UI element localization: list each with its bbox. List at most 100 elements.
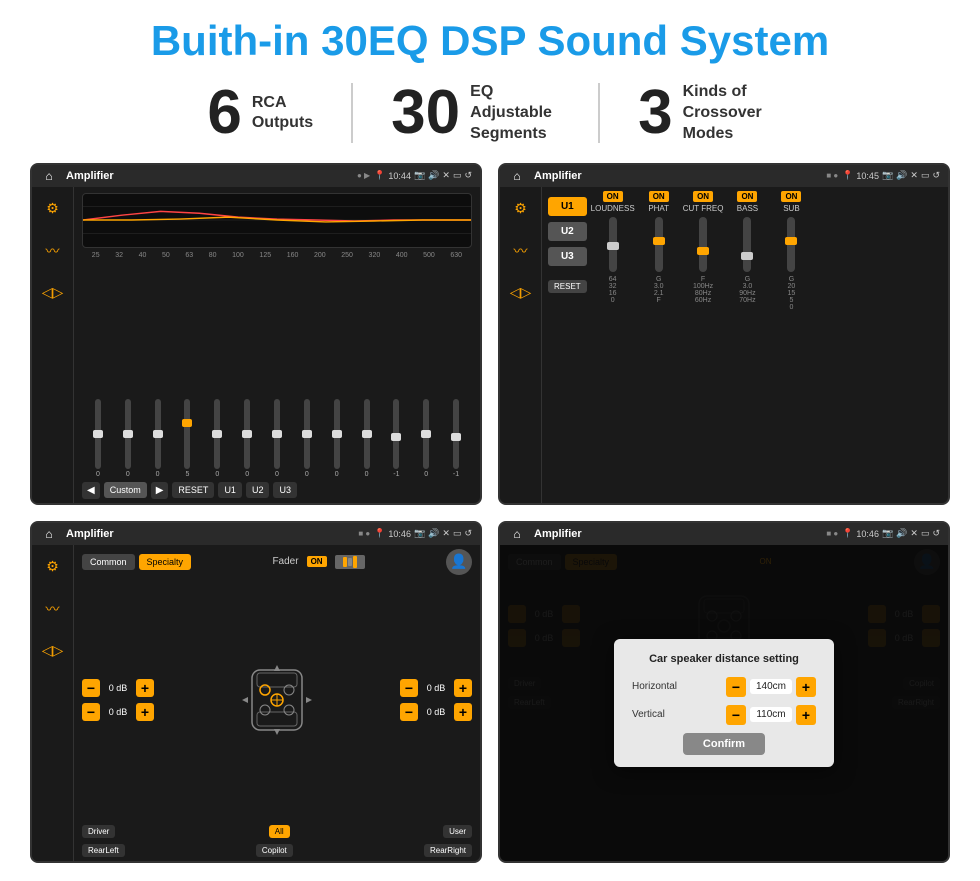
horizontal-stepper: − 140cm + <box>726 677 816 697</box>
bass-on-badge: ON <box>737 191 757 202</box>
fader-sidebar-icon-1[interactable]: ⚙ <box>39 553 67 581</box>
db-minus-3[interactable]: − <box>400 679 418 697</box>
eq-sidebar-icon-2[interactable]: 〰 <box>39 237 67 265</box>
bass-slider[interactable] <box>743 217 751 272</box>
eq-u2-button[interactable]: U2 <box>246 482 270 498</box>
crossover-main-area: U1 U2 U3 RESET ON LOUDNESS <box>542 187 948 503</box>
eq-next-button[interactable]: ▶ <box>151 482 169 499</box>
eq-slider-5[interactable]: 0 <box>203 399 231 478</box>
vertical-minus-button[interactable]: − <box>726 705 746 725</box>
eq-slider-1[interactable]: 0 <box>84 399 112 478</box>
eq-slider-13[interactable]: -1 <box>442 399 470 478</box>
loudness-slider[interactable] <box>609 217 617 272</box>
crossover-reset-button[interactable]: RESET <box>548 280 587 293</box>
crossover-home-icon[interactable]: ⌂ <box>508 167 526 185</box>
eq-slider-10[interactable]: 0 <box>353 399 381 478</box>
distance-screen: ⌂ Amplifier ■ ● 📍 10:46 📷🔊✕▭↺ Common Spe… <box>498 521 950 863</box>
car-diagram-area: − 0 dB + − 0 dB + <box>82 581 472 819</box>
fader-common-tab[interactable]: Common <box>82 554 135 570</box>
eq-sidebar-icon-3[interactable]: ◁▷ <box>39 279 67 307</box>
phat-slider[interactable] <box>655 217 663 272</box>
eq-u3-button[interactable]: U3 <box>273 482 297 498</box>
crossover-status-icons: 📍 10:45 📷🔊✕▭↺ <box>842 170 940 181</box>
crossover-screen-title: Amplifier <box>534 170 822 182</box>
sub-slider[interactable] <box>787 217 795 272</box>
fader-copilot-btn[interactable]: Copilot <box>256 844 293 857</box>
crossover-u2-button[interactable]: U2 <box>548 222 587 241</box>
db-value-3: 0 dB <box>422 683 450 693</box>
eq-slider-3[interactable]: 0 <box>144 399 172 478</box>
fader-all-btn[interactable]: All <box>269 825 290 838</box>
eq-slider-7[interactable]: 0 <box>263 399 291 478</box>
cutfreq-slider[interactable] <box>699 217 707 272</box>
eq-reset-button[interactable]: RESET <box>172 482 214 498</box>
vertical-row: Vertical − 110cm + <box>632 705 816 725</box>
eq-dot-icon: ● ▶ <box>357 171 370 180</box>
fader-specialty-tab[interactable]: Specialty <box>139 554 192 570</box>
horizontal-plus-button[interactable]: + <box>796 677 816 697</box>
loudness-ctrl: ON LOUDNESS 6432160 <box>591 191 635 304</box>
db-plus-3[interactable]: + <box>454 679 472 697</box>
db-minus-2[interactable]: − <box>82 703 100 721</box>
stat-rca-number: 6 <box>207 82 241 144</box>
vertical-label: Vertical <box>632 709 692 720</box>
camera-icon: 📷 <box>414 170 425 181</box>
stat-rca-label: RCA Outputs <box>252 93 313 135</box>
eq-sidebar-icon-1[interactable]: ⚙ <box>39 195 67 223</box>
db-row-2: − 0 dB + <box>82 703 154 721</box>
home-icon[interactable]: ⌂ <box>40 167 58 185</box>
crossover-u3-button[interactable]: U3 <box>548 247 587 266</box>
db-plus-4[interactable]: + <box>454 703 472 721</box>
crossover-time: 10:45 <box>856 171 879 181</box>
db-plus-1[interactable]: + <box>136 679 154 697</box>
fader-rearright-btn[interactable]: RearRight <box>424 844 472 857</box>
db-row-3: − 0 dB + <box>400 679 472 697</box>
db-plus-2[interactable]: + <box>136 703 154 721</box>
phat-on-badge: ON <box>649 191 669 202</box>
crossover-u1-button[interactable]: U1 <box>548 197 587 216</box>
db-minus-4[interactable]: − <box>400 703 418 721</box>
distance-screen-title: Amplifier <box>534 528 822 540</box>
fader-driver-btn[interactable]: Driver <box>82 825 115 838</box>
confirm-button[interactable]: Confirm <box>683 733 765 755</box>
fader-rear-labels: RearLeft Copilot RearRight <box>82 844 472 857</box>
sub-label: SUB <box>783 204 799 213</box>
vertical-plus-button[interactable]: + <box>796 705 816 725</box>
eq-prev-button[interactable]: ◀ <box>82 482 100 499</box>
eq-slider-9[interactable]: 0 <box>323 399 351 478</box>
stat-eq: 30 EQ Adjustable Segments <box>353 82 598 144</box>
eq-slider-8[interactable]: 0 <box>293 399 321 478</box>
back-icon: ↺ <box>464 170 472 181</box>
fader-user-btn[interactable]: User <box>443 825 472 838</box>
eq-slider-6[interactable]: 0 <box>233 399 261 478</box>
fader-status-icons: 📍 10:46 📷🔊✕▭↺ <box>374 528 472 539</box>
eq-slider-12[interactable]: 0 <box>412 399 440 478</box>
eq-custom-button[interactable]: Custom <box>104 482 147 498</box>
eq-slider-4[interactable]: 5 <box>174 399 202 478</box>
eq-slider-2[interactable]: 0 <box>114 399 142 478</box>
distance-status-bar: ⌂ Amplifier ■ ● 📍 10:46 📷🔊✕▭↺ <box>500 523 948 545</box>
crossover-sidebar-icon-1[interactable]: ⚙ <box>507 195 535 223</box>
close-icon: ✕ <box>442 170 450 181</box>
fader-sidebar-icon-2[interactable]: 〰 <box>39 595 67 623</box>
eq-u1-button[interactable]: U1 <box>218 482 242 498</box>
stat-crossover: 3 Kinds of Crossover Modes <box>600 82 810 144</box>
db-row-4: − 0 dB + <box>400 703 472 721</box>
fader-home-icon[interactable]: ⌂ <box>40 525 58 543</box>
distance-status-icons: 📍 10:46 📷🔊✕▭↺ <box>842 528 940 539</box>
crossover-sidebar-icon-2[interactable]: 〰 <box>507 237 535 265</box>
fader-time: 10:46 <box>388 529 411 539</box>
db-minus-1[interactable]: − <box>82 679 100 697</box>
distance-time: 10:46 <box>856 529 879 539</box>
horizontal-minus-button[interactable]: − <box>726 677 746 697</box>
fader-on-badge: ON <box>307 556 327 567</box>
fader-rearleft-btn[interactable]: RearLeft <box>82 844 125 857</box>
fader-tab-row: Common Specialty Fader ON 👤 <box>82 549 472 575</box>
loudness-on-badge: ON <box>603 191 623 202</box>
distance-home-icon[interactable]: ⌂ <box>508 525 526 543</box>
horizontal-row: Horizontal − 140cm + <box>632 677 816 697</box>
eq-slider-11[interactable]: -1 <box>382 399 410 478</box>
fader-sidebar-icon-3[interactable]: ◁▷ <box>39 637 67 665</box>
crossover-sidebar-icon-3[interactable]: ◁▷ <box>507 279 535 307</box>
fader-left-sidebar: ⚙ 〰 ◁▷ <box>32 545 74 861</box>
